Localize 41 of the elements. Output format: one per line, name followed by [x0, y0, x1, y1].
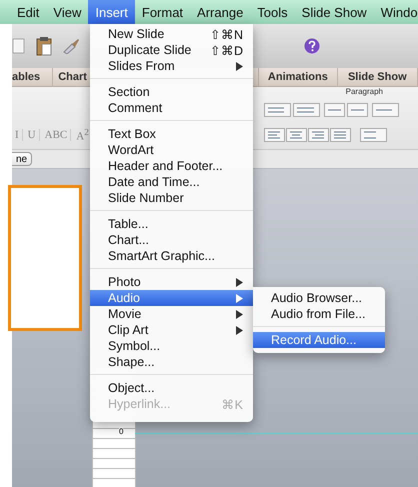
- menu-item[interactable]: Audio: [90, 290, 253, 306]
- help-icon[interactable]: [304, 38, 320, 54]
- menu-item[interactable]: Photo: [90, 274, 253, 290]
- menu-item[interactable]: Symbol...: [90, 338, 253, 354]
- menu-item[interactable]: Section: [90, 84, 253, 100]
- menu-item[interactable]: New Slide ⇧⌘N: [90, 26, 253, 42]
- menu-item[interactable]: SmartArt Graphic...: [90, 248, 253, 264]
- ribbon-tab[interactable]: Animations: [259, 68, 338, 86]
- document-icon[interactable]: [12, 37, 26, 55]
- ruler-label: 0: [119, 427, 124, 436]
- slide-thumbnail[interactable]: [8, 185, 82, 331]
- menu-item[interactable]: Movie: [90, 306, 253, 322]
- menu-item[interactable]: Duplicate Slide ⇧⌘D: [90, 42, 253, 58]
- menu-bar-item[interactable]: Windo: [374, 0, 418, 24]
- view-button[interactable]: ne: [12, 152, 32, 166]
- menu-item[interactable]: Clip Art: [90, 322, 253, 338]
- menu-item[interactable]: Table...: [90, 216, 253, 232]
- clipboard-icon[interactable]: [36, 36, 52, 56]
- menu-bar-item[interactable]: Format: [134, 0, 190, 24]
- menu-item[interactable]: Chart...: [90, 232, 253, 248]
- menu-bar-item[interactable]: View: [46, 0, 88, 24]
- menu-item[interactable]: Slide Number: [90, 190, 253, 206]
- menu-item[interactable]: Record Audio...: [253, 332, 385, 348]
- ribbon-tab[interactable]: Slide Show: [338, 68, 418, 86]
- menu-item[interactable]: Audio Browser...: [253, 290, 385, 306]
- menu-bar-item[interactable]: Slide Show: [294, 0, 374, 24]
- brush-icon[interactable]: [62, 38, 80, 54]
- menu-item[interactable]: Comment: [90, 100, 253, 116]
- menu-bar-item[interactable]: Arrange: [190, 0, 250, 24]
- menu-item[interactable]: Date and Time...: [90, 174, 253, 190]
- menu-item[interactable]: Header and Footer...: [90, 158, 253, 174]
- menu-item[interactable]: WordArt: [90, 142, 253, 158]
- menu-item[interactable]: Text Box: [90, 126, 253, 142]
- menu-bar-item[interactable]: Insert: [88, 0, 135, 24]
- group-label: Paragraph: [346, 87, 383, 98]
- menu-bar-item[interactable]: Edit: [10, 0, 46, 24]
- menu-item[interactable]: Shape...: [90, 354, 253, 370]
- menu-item[interactable]: Object...: [90, 380, 253, 396]
- menu-bar-item[interactable]: Tools: [250, 0, 295, 24]
- menu-item[interactable]: Audio from File...: [253, 306, 385, 322]
- ribbon-tab[interactable]: ables: [12, 68, 53, 86]
